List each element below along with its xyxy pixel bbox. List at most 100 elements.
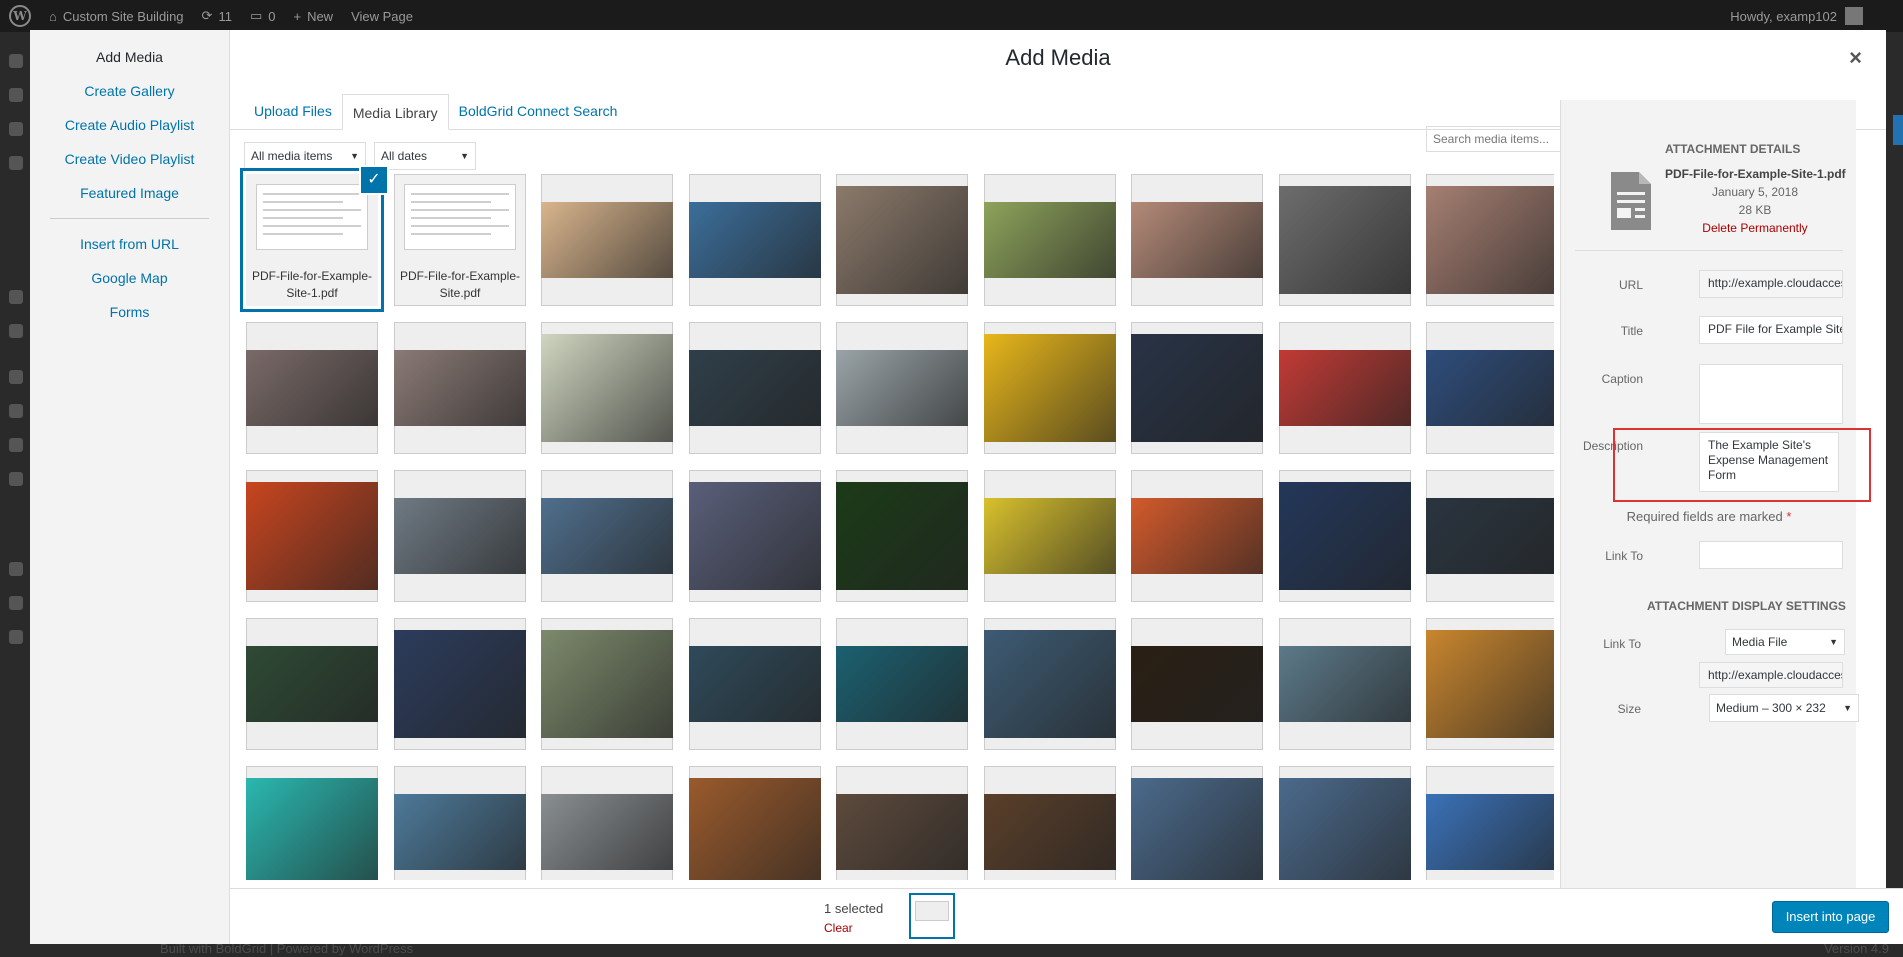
tab-upload-files[interactable]: Upload Files [244,93,342,129]
menu-insert-from-url[interactable]: Insert from URL [30,227,229,261]
menu-create-audio-playlist[interactable]: Create Audio Playlist [30,108,229,142]
menu-create-gallery[interactable]: Create Gallery [30,74,229,108]
attachment-tile[interactable] [836,618,968,750]
attachment-tile[interactable] [1426,766,1554,880]
wp-logo-menu[interactable]: W [0,0,40,32]
pdf-line [263,225,361,227]
attachment-tile[interactable] [541,766,673,880]
attachment-tile[interactable] [689,470,821,602]
title-field[interactable]: PDF File for Example Site [1699,316,1843,344]
pdf-line [411,233,491,235]
attachment-tile[interactable] [689,322,821,454]
attachment-tile[interactable] [1131,618,1263,750]
attachment-tile[interactable] [984,618,1116,750]
attachment-tile[interactable] [1131,174,1263,306]
display-link-to-select[interactable]: Media File ▼ [1725,629,1845,655]
tab-media-library[interactable]: Media Library [341,94,449,130]
attachment-tile[interactable] [394,766,526,880]
attachment-tile[interactable] [689,618,821,750]
site-name-menu[interactable]: ⌂ Custom Site Building [40,0,193,32]
pdf-line [263,193,361,195]
dropdown-arrow-icon: ▼ [1829,637,1838,647]
attachment-tile[interactable] [1426,174,1554,306]
menu-forms[interactable]: Forms [30,295,229,329]
required-note-text: Required fields are marked [1626,509,1783,524]
delete-permanently-link[interactable]: Delete Permanently [1665,221,1845,235]
comments-menu[interactable]: ▭ 0 [241,0,285,32]
attachment-tile[interactable] [984,470,1116,602]
attachment-tile[interactable] [541,322,673,454]
caption-field[interactable] [1699,364,1843,424]
view-page-link[interactable]: View Page [342,0,422,32]
attachment-tile-selected[interactable]: PDF-File-for-Example-Site-1.pdf [246,174,378,306]
new-content-menu[interactable]: + New [284,0,342,32]
attachment-tile[interactable] [541,618,673,750]
attachment-tile-pdf[interactable]: PDF-File-for-Example-Site.pdf [394,174,526,306]
menu-separator [50,218,209,219]
attachment-tile[interactable] [836,322,968,454]
attachment-tile[interactable] [1279,322,1411,454]
attachment-thumbnail [246,646,378,722]
document-icon [1611,172,1651,230]
size-select[interactable]: Medium – 300 × 232 ▼ [1709,694,1859,722]
menu-create-video-playlist[interactable]: Create Video Playlist [30,142,229,176]
admin-sidebar [0,32,30,957]
attachment-thumbnail [1279,350,1411,426]
attachment-tile[interactable] [836,174,968,306]
attachment-tile[interactable] [1131,322,1263,454]
attachment-tile[interactable] [1279,470,1411,602]
attachment-tile[interactable] [1279,618,1411,750]
attachment-tile[interactable] [1131,470,1263,602]
attachment-tile[interactable] [394,618,526,750]
attachment-thumbnail [984,498,1116,574]
attachment-tile[interactable] [246,618,378,750]
attachment-tile[interactable] [984,174,1116,306]
size-value: Medium – 300 × 232 [1716,701,1826,715]
updates-menu[interactable]: ⟳ 11 [193,0,241,32]
attachment-thumbnail [1279,186,1411,294]
attachment-tile[interactable] [1279,174,1411,306]
attachment-tile[interactable] [541,174,673,306]
display-url-field[interactable]: http://example.cloudaccess.host/wp-conte… [1699,662,1843,688]
attachment-tile[interactable] [246,470,378,602]
attachment-tile[interactable] [394,322,526,454]
clear-selection-link[interactable]: Clear [824,921,853,935]
attachment-tile[interactable] [246,322,378,454]
menu-add-media[interactable]: Add Media [30,40,229,74]
attachment-tile[interactable] [689,766,821,880]
attachment-tile[interactable] [836,766,968,880]
attachment-thumbnail [984,630,1116,738]
description-highlight [1613,428,1871,502]
tab-boldgrid-connect-search[interactable]: BoldGrid Connect Search [449,93,628,129]
comment-icon: ▭ [249,8,263,23]
pdf-line [411,217,491,219]
close-icon[interactable]: × [1849,45,1862,71]
attachment-thumbnail [836,794,968,870]
avatar [1845,7,1863,25]
attachment-size: 28 KB [1738,203,1772,217]
attachment-thumbnail [394,630,526,738]
attachment-tile[interactable] [541,470,673,602]
checkmark-icon[interactable]: ✓ [361,167,387,193]
account-menu[interactable]: Howdy, examp102 [1730,7,1903,25]
attachment-tile[interactable] [984,322,1116,454]
attachment-tile[interactable] [394,470,526,602]
admin-bar: W ⌂ Custom Site Building ⟳ 11 ▭ 0 + New View… [0,0,1903,32]
attachment-tile[interactable] [246,766,378,880]
menu-featured-image[interactable]: Featured Image [30,176,229,210]
attachment-tile[interactable] [836,470,968,602]
insert-into-page-button[interactable]: Insert into page [1772,901,1889,933]
attachment-tile[interactable] [689,174,821,306]
url-field[interactable]: http://example.cloudaccess.host/wp-conte… [1699,270,1843,298]
attachment-tile[interactable] [1426,618,1554,750]
attachment-tile[interactable] [984,766,1116,880]
link-to-field[interactable] [1699,541,1843,569]
attachment-tile[interactable] [1131,766,1263,880]
pdf-line [263,217,343,219]
attachment-tile[interactable] [1279,766,1411,880]
attachment-tile[interactable] [1426,322,1554,454]
attachment-filename: PDF-File-for-Example-Site-1.pdf [1665,167,1846,181]
attachment-tile[interactable] [1426,470,1554,602]
selection-thumbnail[interactable] [909,893,955,939]
menu-google-map[interactable]: Google Map [30,261,229,295]
